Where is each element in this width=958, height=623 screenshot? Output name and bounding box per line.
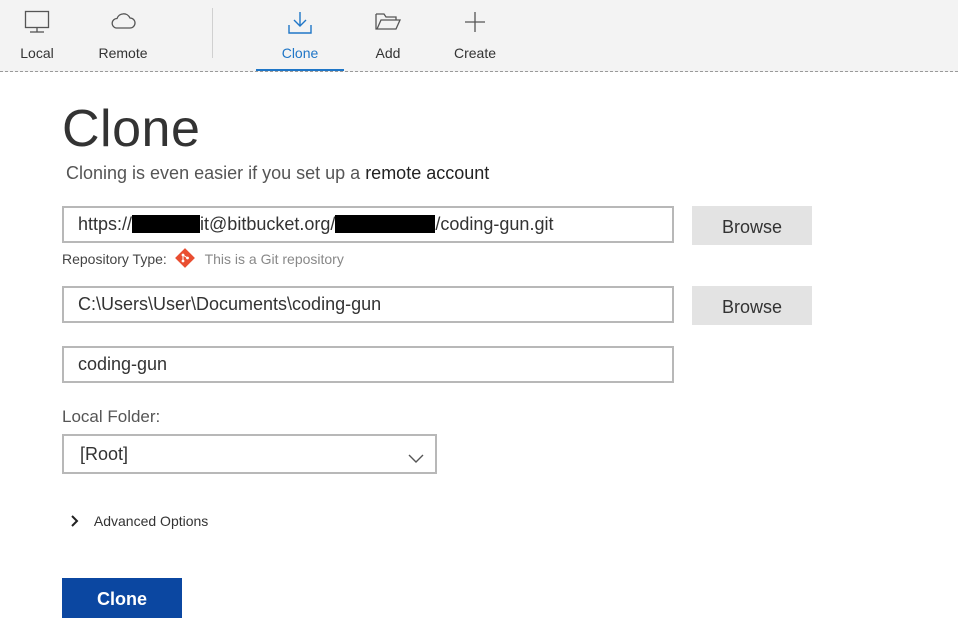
- cloud-icon: [109, 10, 137, 35]
- toolbar-divider: [212, 8, 213, 58]
- redacted-block: [335, 215, 436, 233]
- tab-add-label: Add: [375, 45, 401, 61]
- tab-create-label: Create: [453, 45, 497, 61]
- tab-add[interactable]: Add: [364, 0, 412, 71]
- chevron-right-icon: [70, 513, 84, 529]
- local-folder-select[interactable]: [Root]: [62, 434, 437, 474]
- toolbar: Local Remote Clone Add Create: [0, 0, 958, 72]
- tab-remote-label: Remote: [98, 45, 148, 61]
- repository-type: Repository Type: This is a Git repositor…: [62, 248, 344, 271]
- source-url-part-3: /coding-gun.git: [435, 214, 554, 234]
- destination-path-input[interactable]: C:\Users\User\Documents\coding-gun: [62, 286, 674, 323]
- browse-source-button[interactable]: Browse: [692, 206, 812, 245]
- tab-remote[interactable]: Remote: [90, 0, 156, 71]
- page-subtitle: Cloning is even easier if you set up a r…: [66, 163, 489, 184]
- repo-type-label: Repository Type:: [62, 251, 167, 267]
- download-icon: [287, 10, 313, 39]
- browse-destination-button[interactable]: Browse: [692, 286, 812, 325]
- advanced-options-toggle[interactable]: Advanced Options: [70, 513, 208, 529]
- monitor-icon: [24, 10, 50, 37]
- source-url-part-1: https://: [78, 214, 133, 234]
- git-icon: [174, 248, 195, 271]
- source-url-input[interactable]: https:// it@bitbucket.org/ /coding-gun.git: [62, 206, 674, 243]
- advanced-options-label: Advanced Options: [93, 513, 209, 529]
- plus-icon: [463, 10, 487, 37]
- subtitle-text: Cloning is even easier if you set up a: [66, 163, 361, 183]
- repo-name-input[interactable]: coding-gun: [62, 346, 674, 383]
- tab-clone[interactable]: Clone: [256, 0, 344, 71]
- chevron-down-icon: [407, 448, 425, 469]
- local-folder-label: Local Folder:: [62, 407, 161, 426]
- page-title: Clone: [62, 100, 201, 158]
- tab-clone-label: Clone: [281, 45, 319, 61]
- tab-local[interactable]: Local: [10, 0, 64, 71]
- repo-type-value: This is a Git repository: [204, 251, 344, 267]
- clone-button[interactable]: Clone: [62, 578, 182, 618]
- source-url-part-2: it@bitbucket.org/: [200, 214, 336, 234]
- tab-create[interactable]: Create: [448, 0, 502, 71]
- tab-local-label: Local: [20, 45, 54, 61]
- local-folder-value: [Root]: [80, 444, 129, 464]
- remote-account-link[interactable]: remote account: [365, 163, 489, 183]
- folder-open-icon: [374, 10, 402, 35]
- redacted-block: [132, 215, 201, 233]
